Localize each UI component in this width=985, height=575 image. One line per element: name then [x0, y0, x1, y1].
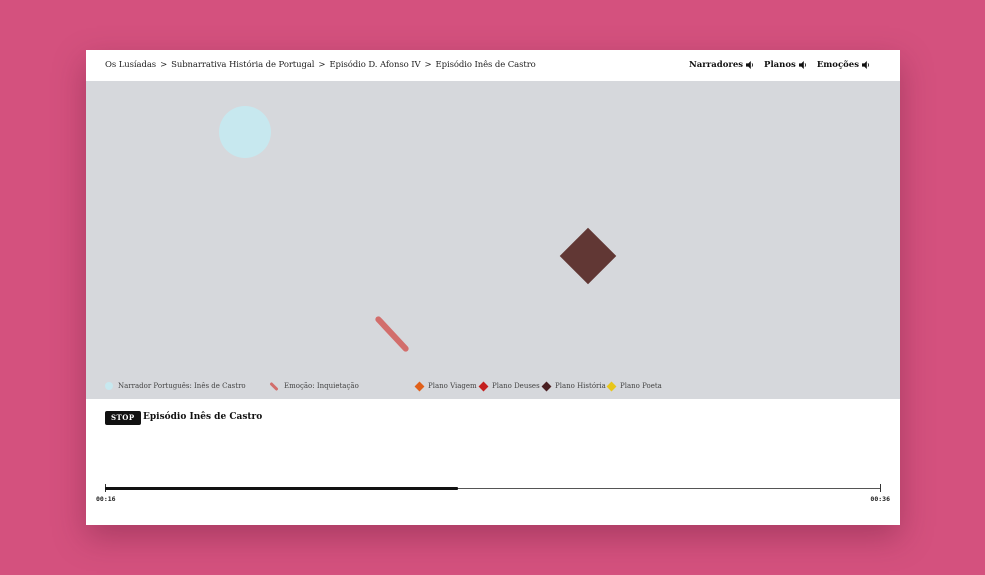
visualization-stage: Narrador Português: Inês de Castro Emoçã… — [86, 81, 900, 399]
legend-item-plano-viagem: Plano Viagem — [414, 381, 477, 391]
emotion-stroke-icon — [269, 381, 279, 391]
breadcrumb-item-episodio-ines[interactable]: Episódio Inês de Castro — [436, 60, 536, 70]
diamond-icon — [606, 381, 617, 391]
diamond-icon — [414, 381, 425, 391]
current-time: 00:16 — [96, 495, 116, 503]
legend-item-emocao: Emoção: Inquietação — [269, 381, 359, 391]
narrator-circle-icon — [105, 382, 113, 390]
breadcrumb-item-os-lusiadas[interactable]: Os Lusíadas — [105, 60, 156, 70]
breadcrumb-item-subnarrativa[interactable]: Subnarrativa História de Portugal — [171, 60, 314, 70]
legend-item-plano-deuses: Plano Deuses — [478, 381, 540, 391]
emocoes-label: Emoções — [816, 60, 859, 70]
planos-label: Planos — [764, 60, 796, 70]
timeline-progress[interactable] — [105, 487, 459, 490]
speaker-icon — [798, 61, 806, 69]
legend-label-plano-poeta: Plano Poeta — [620, 382, 662, 390]
speaker-icon — [862, 61, 869, 69]
speaker-icon — [746, 61, 754, 69]
legend-label-plano-deuses: Plano Deuses — [492, 382, 540, 390]
narradores-label: Narradores — [689, 60, 744, 70]
player-panel: STOP Episódio Inês de Castro 00:16 00:36 — [86, 399, 900, 525]
app-window: Os Lusíadas > Subnarrativa História de P… — [86, 50, 900, 525]
legend-label-emocao: Emoção: Inquietação — [284, 382, 359, 390]
diamond-icon — [478, 381, 489, 391]
breadcrumb-item-episodio-afonso[interactable]: Episódio D. Afonso IV — [329, 60, 420, 70]
breadcrumb: Os Lusíadas > Subnarrativa História de P… — [105, 60, 536, 70]
emocoes-toggle[interactable]: Emoções — [817, 60, 870, 70]
legend-label-plano-viagem: Plano Viagem — [428, 382, 477, 390]
timeline-end-tick — [880, 484, 881, 492]
audio-toggles: Narradores Planos Emoções — [689, 60, 870, 70]
breadcrumb-separator: > — [318, 60, 326, 70]
legend-item-narrador: Narrador Português: Inês de Castro — [105, 382, 246, 390]
breadcrumb-separator: > — [424, 60, 432, 70]
diamond-icon — [541, 381, 552, 391]
stop-button[interactable]: STOP — [105, 411, 141, 425]
plan-diamond — [559, 227, 617, 285]
narradores-toggle[interactable]: Narradores — [689, 60, 754, 70]
legend-item-plano-poeta: Plano Poeta — [606, 381, 662, 391]
top-bar: Os Lusíadas > Subnarrativa História de P… — [86, 50, 900, 81]
timeline-track[interactable] — [105, 484, 881, 492]
legend: Narrador Português: Inês de Castro Emoçã… — [105, 381, 885, 394]
legend-label-narrador: Narrador Português: Inês de Castro — [118, 382, 246, 390]
total-time: 00:36 — [870, 495, 890, 503]
narrator-circle — [219, 106, 271, 158]
legend-item-plano-historia: Plano História — [541, 381, 606, 391]
legend-label-plano-historia: Plano História — [555, 382, 606, 390]
emotion-stroke — [374, 315, 410, 353]
episode-title: Episódio Inês de Castro — [143, 412, 263, 422]
planos-toggle[interactable]: Planos — [764, 60, 807, 70]
breadcrumb-separator: > — [160, 60, 168, 70]
